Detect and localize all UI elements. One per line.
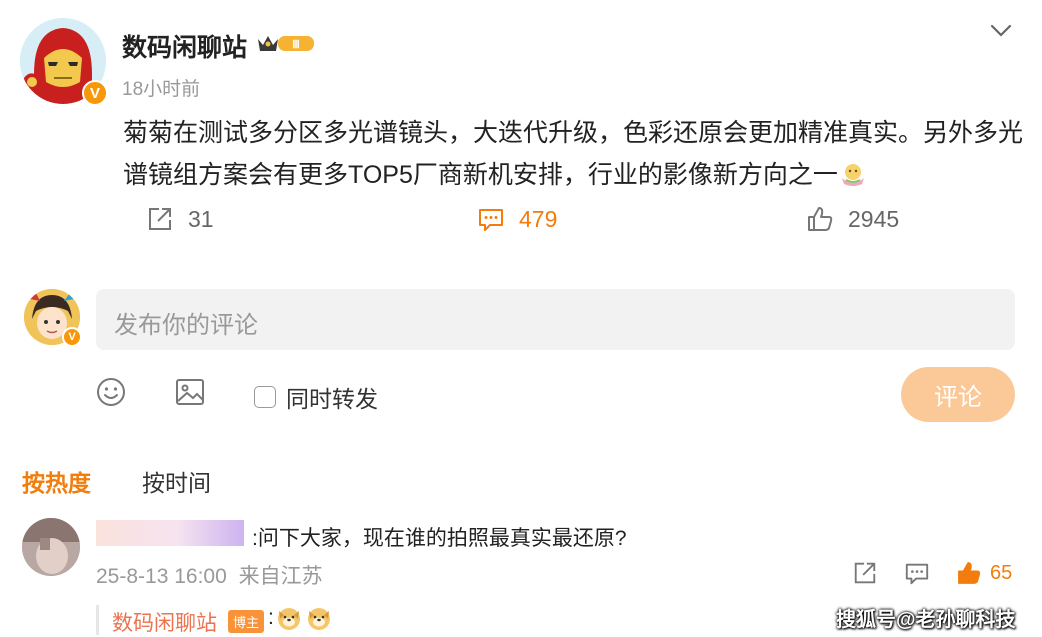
image-button[interactable] — [174, 376, 206, 413]
doge-emoji-icon — [306, 605, 332, 631]
flower-emoji-icon — [838, 159, 868, 187]
post-body: 菊菊在测试多分区多光谱镜头，大迭代升级，色彩还原会更加精准真实。另外多光谱镜组方… — [123, 112, 1023, 196]
verified-badge: V — [82, 80, 108, 106]
repost-checkbox[interactable] — [254, 386, 276, 408]
repost-toggle[interactable]: 同时转发 — [254, 380, 378, 414]
share-action[interactable]: 31 — [146, 205, 214, 233]
commenter-name-blurred[interactable] — [96, 520, 244, 546]
share-icon — [149, 208, 171, 230]
comment-date: 25-8-13 16:00 — [96, 565, 227, 588]
thumbs-up-icon — [808, 207, 833, 231]
comment-icon — [905, 563, 929, 585]
image-icon — [176, 379, 204, 405]
my-verified-badge: V — [62, 327, 82, 347]
comment-placeholder: 发布你的评论 — [114, 312, 258, 339]
watermark: 搜狐号@老孙聊科技 — [836, 609, 1016, 631]
doge-emoji-icon — [276, 605, 302, 631]
chevron-down-icon[interactable] — [988, 18, 1014, 44]
share-count: 31 — [188, 205, 214, 232]
comment-like-count: 65 — [990, 561, 1013, 584]
comment-share-button[interactable] — [852, 560, 878, 591]
comment-reply-button[interactable] — [904, 560, 930, 591]
vip-level-badge: Ⅲ — [256, 31, 318, 60]
comment-location: 来自江苏 — [238, 565, 323, 588]
comment-count: 479 — [519, 205, 558, 232]
reply-divider — [96, 605, 99, 635]
reply-colon: : — [268, 606, 274, 629]
comment-input[interactable]: 发布你的评论 — [96, 289, 1015, 350]
author-avatar[interactable]: V — [20, 18, 108, 106]
thumbs-up-icon — [958, 562, 981, 584]
my-avatar[interactable]: V — [24, 289, 82, 347]
comment-text: :问下大家，现在谁的拍照最真实最还原? — [252, 527, 627, 550]
author-name[interactable]: 数码闲聊站 — [122, 28, 247, 64]
like-count: 2945 — [848, 205, 900, 232]
comment-icon — [479, 209, 503, 231]
submit-comment-button[interactable]: 评论 — [901, 367, 1015, 422]
post-text: 菊菊在测试多分区多光谱镜头，大迭代升级，色彩还原会更加精准真实。另外多光谱镜组方… — [123, 119, 1024, 189]
smiley-icon — [97, 378, 125, 406]
emoji-button[interactable] — [95, 376, 127, 413]
level-text: Ⅲ — [292, 39, 300, 51]
like-action[interactable]: 2945 — [806, 205, 899, 233]
reply-author-name[interactable]: 数码闲聊站 — [112, 607, 217, 637]
blogger-badge: 博主 — [228, 610, 265, 633]
comment-like-button[interactable]: 65 — [956, 560, 1012, 586]
sort-by-hot-tab[interactable]: 按热度 — [22, 464, 91, 498]
commenter-avatar[interactable] — [22, 518, 80, 576]
sort-by-time-tab[interactable]: 按时间 — [142, 464, 211, 498]
comment-action[interactable]: 479 — [477, 205, 557, 233]
repost-label: 同时转发 — [286, 386, 378, 412]
post-time[interactable]: 18小时前 — [122, 74, 200, 101]
post-header: V 数码闲聊站 Ⅲ 18小时前 — [20, 16, 1022, 108]
share-icon — [854, 562, 876, 584]
comment-meta: 25-8-13 16:00 来自江苏 — [96, 560, 323, 590]
